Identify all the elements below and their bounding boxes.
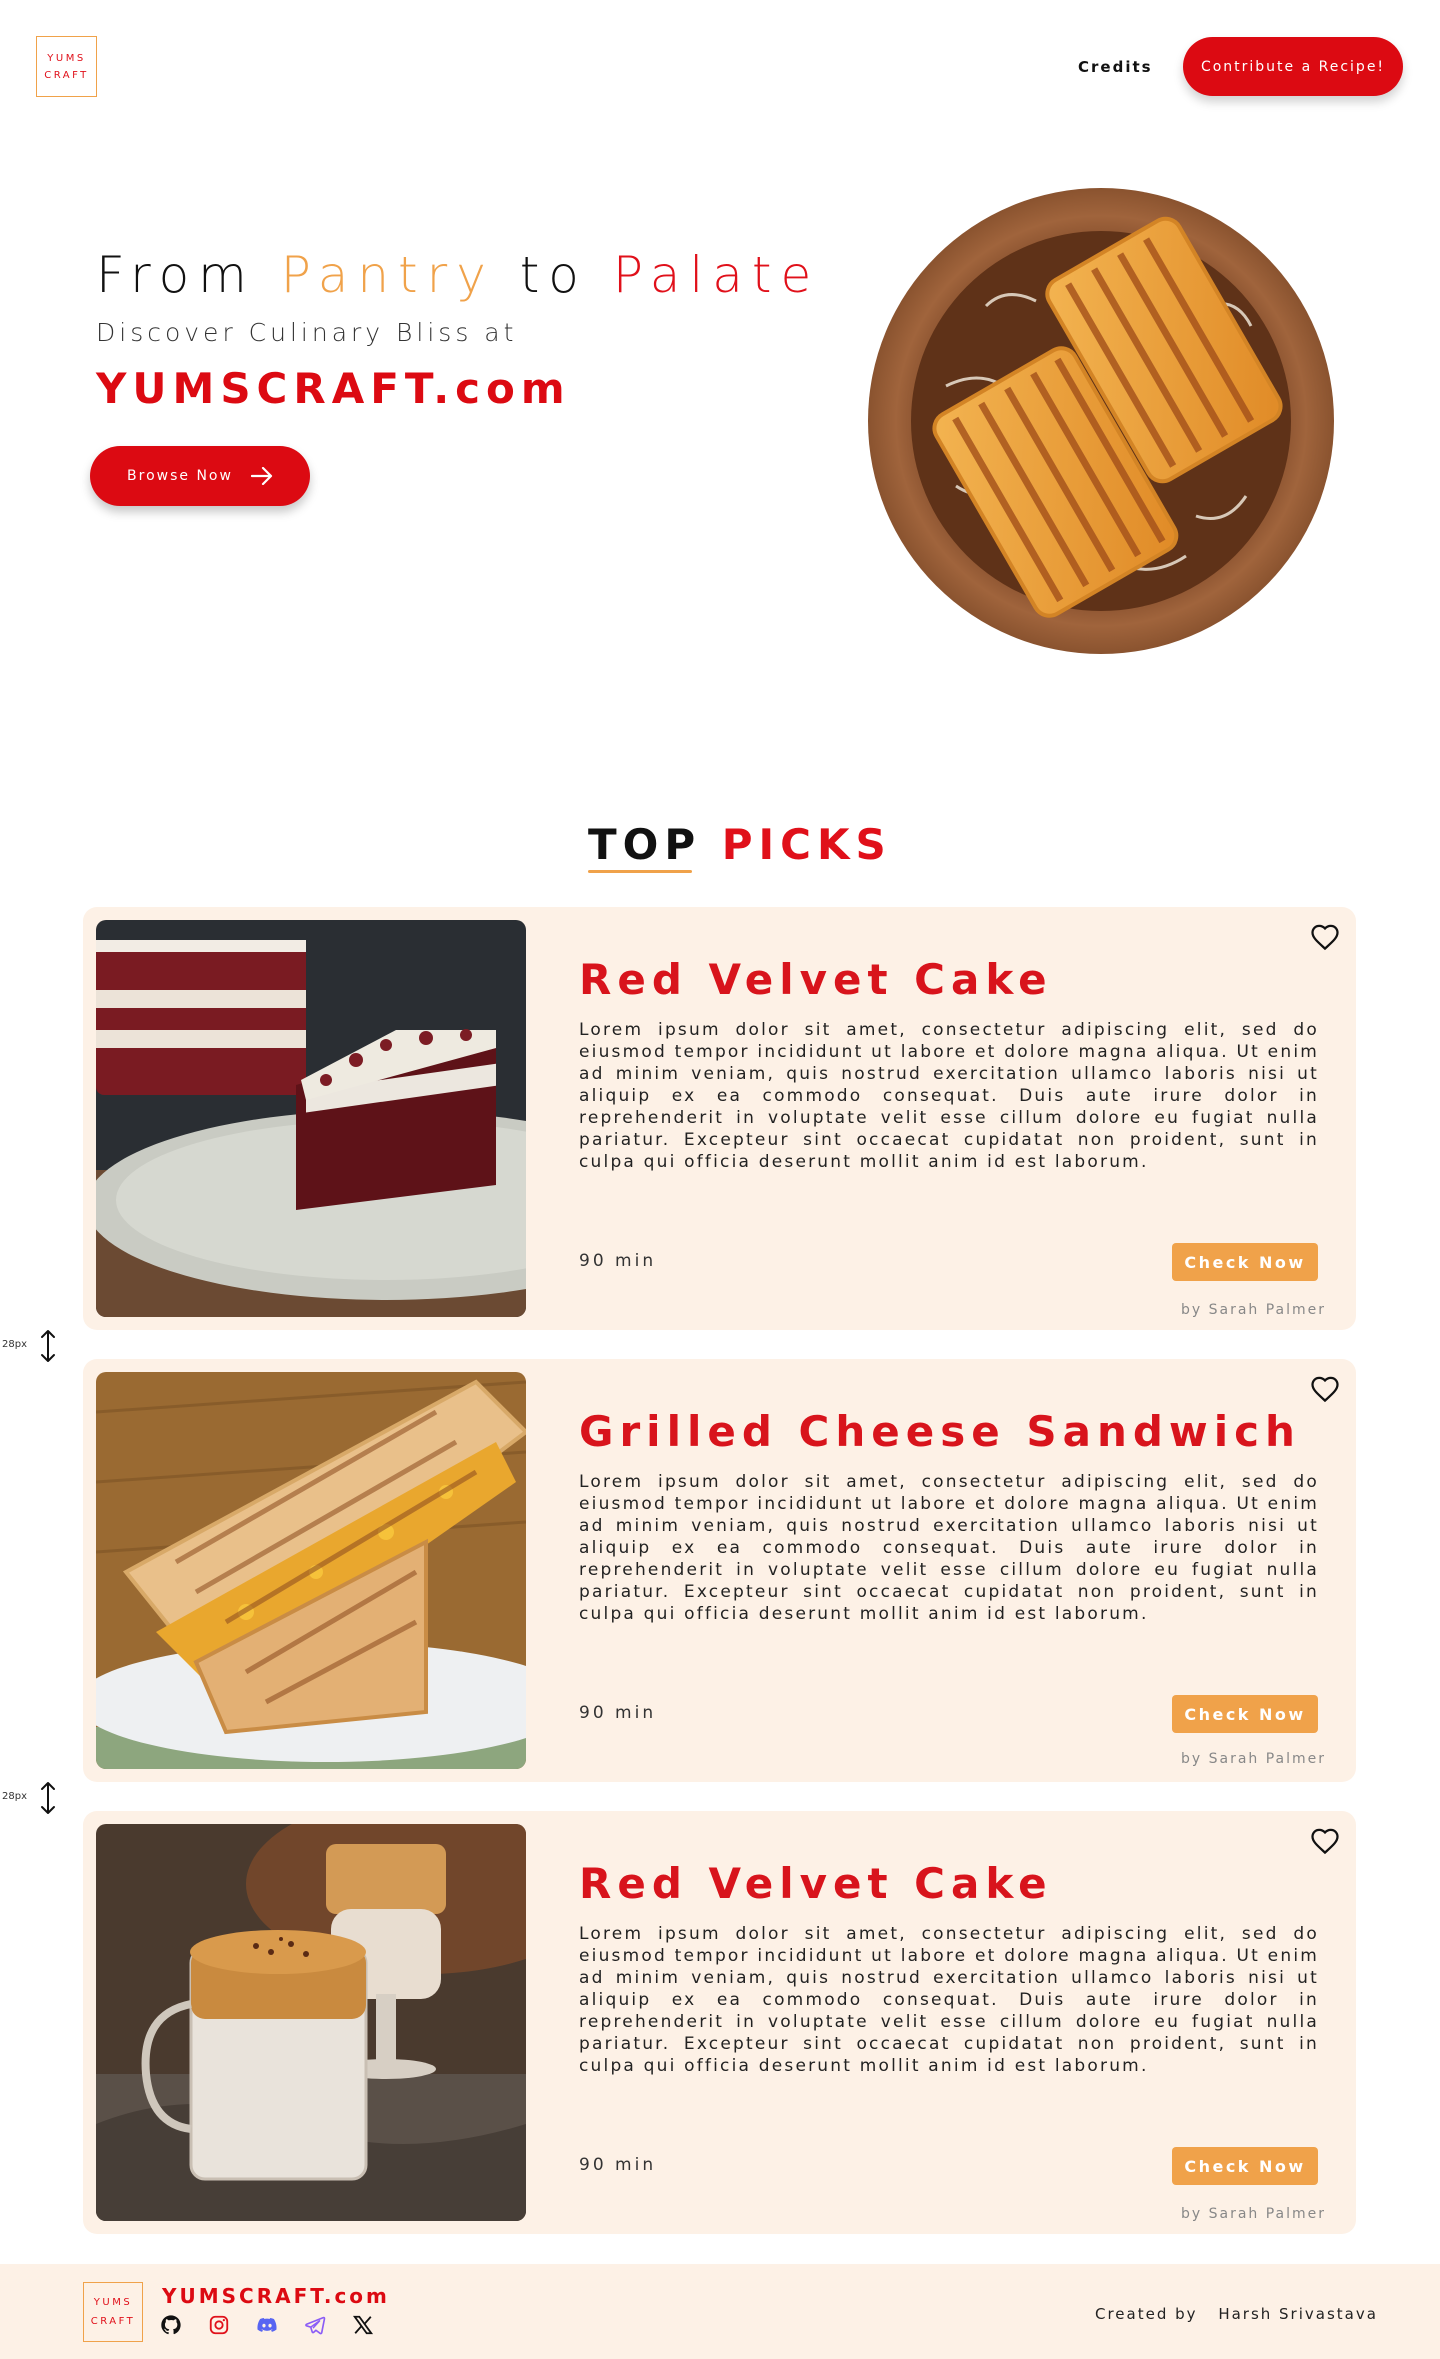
- github-icon[interactable]: [160, 2314, 184, 2338]
- contribute-recipe-button[interactable]: Contribute a Recipe!: [1183, 37, 1403, 96]
- instagram-icon[interactable]: [208, 2314, 232, 2338]
- arrow-right-icon: [250, 467, 273, 485]
- social-links: [160, 2314, 376, 2338]
- red-velvet-cake-image: [96, 920, 526, 1317]
- browse-now-button[interactable]: Browse Now: [90, 446, 310, 506]
- hero-title-word4: Palate: [612, 246, 821, 304]
- hero-title: From Pantry to Palate: [96, 246, 820, 304]
- footer-brand: YUMSCRAFT.com: [162, 2284, 390, 2308]
- recipe-title[interactable]: Red Velvet Cake: [579, 955, 1053, 1004]
- dalgona-coffee-image: [96, 1824, 526, 2221]
- heart-icon[interactable]: [1310, 1375, 1340, 1405]
- footer-logo[interactable]: YUMS CRAFT: [83, 2282, 143, 2342]
- top-picks-title: TOP PICKS: [588, 820, 892, 869]
- recipe-title[interactable]: Grilled Cheese Sandwich: [579, 1407, 1301, 1456]
- recipe-image: [96, 920, 526, 1317]
- footer: YUMS CRAFT YUMSCRAFT.com Created by Hars…: [0, 2264, 1440, 2359]
- hero-subtitle: Discover Culinary Bliss at: [96, 318, 518, 347]
- check-now-button[interactable]: Check Now: [1172, 1695, 1318, 1733]
- footer-logo-line1: YUMS: [93, 2297, 133, 2308]
- vertical-arrow-icon: [41, 1782, 55, 1814]
- top-picks-title-part1: TOP: [588, 820, 702, 869]
- recipe-card: Red Velvet Cake Lorem ipsum dolor sit am…: [83, 907, 1356, 1330]
- top-picks-underline: [588, 870, 692, 873]
- hero-brand: YUMSCRAFT.com: [96, 364, 571, 413]
- heart-icon[interactable]: [1310, 1827, 1340, 1857]
- hero-title-word3: to: [519, 246, 588, 304]
- recipe-image: [96, 1372, 526, 1769]
- gap-label: 28px: [2, 1791, 27, 1802]
- recipe-title[interactable]: Red Velvet Cake: [579, 1859, 1053, 1908]
- heart-icon[interactable]: [1310, 923, 1340, 953]
- top-picks-title-part2: PICKS: [721, 820, 892, 869]
- recipe-author: by Sarah Palmer: [1181, 2206, 1327, 2222]
- discord-icon[interactable]: [256, 2314, 280, 2338]
- footer-credit: Created by Harsh Srivastava: [1095, 2305, 1378, 2323]
- logo[interactable]: YUMS CRAFT: [36, 36, 97, 97]
- telegram-icon[interactable]: [304, 2314, 328, 2338]
- hero-title-word1: From: [96, 246, 256, 304]
- vertical-arrow-icon: [41, 1330, 55, 1362]
- recipe-time: 90 min: [579, 1251, 657, 1271]
- grilled-cheese-sandwich-image: [96, 1372, 526, 1769]
- logo-line2: CRAFT: [44, 69, 89, 81]
- recipe-description: Lorem ipsum dolor sit amet, consectetur …: [579, 1472, 1319, 1624]
- creator-name[interactable]: Harsh Srivastava: [1218, 2305, 1378, 2323]
- hero-sandwich-image: [868, 188, 1334, 654]
- hero-title-word2: Pantry: [280, 246, 495, 304]
- recipe-time: 90 min: [579, 2155, 657, 2175]
- footer-logo-line2: CRAFT: [90, 2316, 136, 2327]
- logo-line1: YUMS: [47, 52, 86, 64]
- check-now-button[interactable]: Check Now: [1172, 1243, 1318, 1281]
- x-icon[interactable]: [352, 2314, 376, 2338]
- recipe-time: 90 min: [579, 1703, 657, 1723]
- check-now-button[interactable]: Check Now: [1172, 2147, 1318, 2185]
- created-by-label: Created by: [1095, 2305, 1198, 2323]
- recipe-card: Red Velvet Cake Lorem ipsum dolor sit am…: [83, 1811, 1356, 2234]
- browse-now-label: Browse Now: [127, 468, 233, 484]
- recipe-description: Lorem ipsum dolor sit amet, consectetur …: [579, 1924, 1319, 2076]
- nav-credits-link[interactable]: Credits: [1078, 58, 1153, 76]
- gap-label: 28px: [2, 1339, 27, 1350]
- recipe-description: Lorem ipsum dolor sit amet, consectetur …: [579, 1020, 1319, 1172]
- recipe-image: [96, 1824, 526, 2221]
- recipe-author: by Sarah Palmer: [1181, 1751, 1327, 1767]
- recipe-author: by Sarah Palmer: [1181, 1302, 1327, 1318]
- recipe-card: Grilled Cheese Sandwich Lorem ipsum dolo…: [83, 1359, 1356, 1782]
